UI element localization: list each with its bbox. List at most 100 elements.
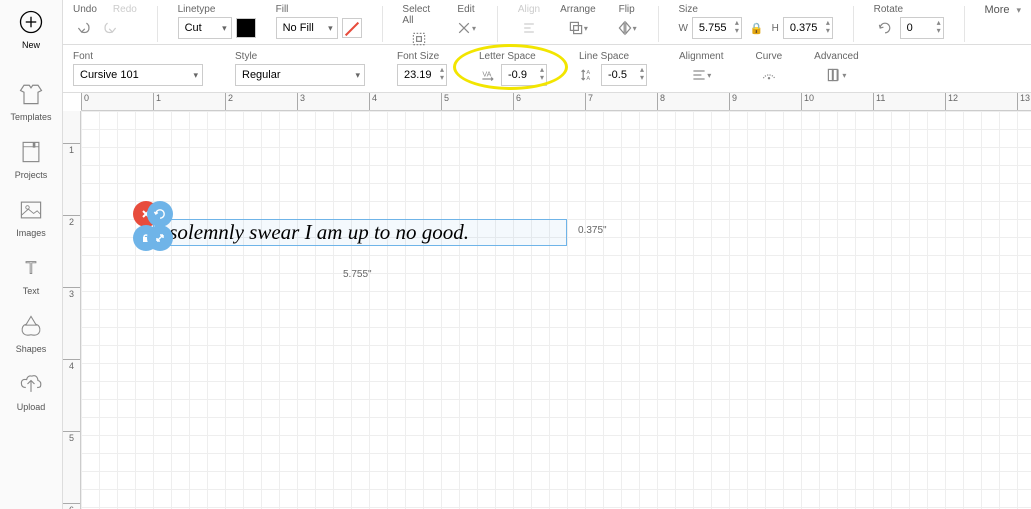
ruler-v-tick: 4 (63, 359, 80, 372)
text-icon: T (17, 254, 45, 282)
rotate-input[interactable]: 0▴▾ (900, 17, 944, 39)
font-select[interactable]: Cursive 101 (73, 64, 203, 86)
font-label: Font (73, 51, 203, 62)
sidebar-label-templates: Templates (10, 112, 51, 122)
sidebar-item-text[interactable]: T Text (0, 246, 63, 304)
fontsize-input[interactable]: 23.19▴▾ (397, 64, 447, 86)
ruler-h-tick: 12 (945, 93, 958, 110)
svg-text:VA: VA (482, 70, 491, 79)
top-toolbar: Undo Redo Linetype Cut Fill No Fill (63, 0, 1031, 45)
arrange-button[interactable]: ▾ (567, 17, 589, 39)
letterspace-input[interactable]: -0.9▴▾ (501, 64, 547, 86)
ruler-h-tick: 7 (585, 93, 593, 110)
size-label: Size (678, 4, 832, 15)
linespace-icon: AA (579, 66, 597, 84)
redo-button[interactable] (99, 17, 121, 39)
upload-icon (17, 370, 45, 398)
ruler-h-tick: 3 (297, 93, 305, 110)
width-input[interactable]: 5.755▴▾ (692, 17, 742, 39)
book-icon (17, 138, 45, 166)
ruler-h-tick: 11 (873, 93, 885, 110)
fontsize-label: Font Size (397, 51, 447, 62)
ruler-v-tick: 1 (63, 143, 80, 156)
ruler-h-tick: 1 (153, 93, 161, 110)
text-content[interactable]: I solemnly swear I am up to no good. (157, 220, 469, 245)
flip-label: Flip (619, 4, 635, 15)
ruler-h-tick: 9 (729, 93, 737, 110)
height-input[interactable]: 0.375▴▾ (783, 17, 833, 39)
svg-text:T: T (26, 257, 37, 277)
sidebar-item-shapes[interactable]: Shapes (0, 304, 63, 362)
alignment-button[interactable]: ▾ (690, 64, 712, 86)
ruler-h-tick: 2 (225, 93, 233, 110)
fill-label: Fill (276, 4, 362, 15)
edit-button[interactable]: ▾ (455, 17, 477, 39)
advanced-button[interactable]: ▾ (825, 64, 847, 86)
stepper-icon[interactable]: ▴▾ (440, 66, 444, 82)
style-label: Style (235, 51, 365, 62)
sidebar-item-templates[interactable]: Templates (0, 72, 63, 130)
stepper-icon[interactable]: ▴▾ (540, 66, 544, 82)
more-button[interactable]: More ▾ (984, 4, 1021, 16)
plus-circle-icon (17, 8, 45, 36)
align-label: Align (518, 4, 540, 15)
align-button (518, 17, 540, 39)
selectall-label: Select All (402, 4, 435, 26)
shapes-icon (17, 312, 45, 340)
ruler-h-tick: 4 (369, 93, 377, 110)
ruler-h-tick: 13 (1017, 93, 1030, 110)
rotate-label: Rotate (874, 4, 944, 15)
height-prefix: H (772, 23, 779, 34)
select-all-button[interactable] (408, 28, 430, 50)
chevron-down-icon: ▾ (1017, 5, 1022, 16)
ruler-vertical: 1 2 3 4 5 6 (63, 111, 81, 509)
ruler-h-tick: 10 (801, 93, 814, 110)
linespace-label: Line Space (579, 51, 647, 62)
edit-label: Edit (457, 4, 474, 15)
shirt-icon (17, 80, 45, 108)
linetype-color-swatch[interactable] (236, 18, 256, 38)
sidebar-item-new[interactable]: New (0, 0, 63, 58)
canvas-grid[interactable]: I solemnly swear I am up to no good. 0.3… (81, 111, 1031, 509)
lock-aspect-button[interactable]: 🔒 (746, 22, 768, 35)
canvas[interactable]: 0 1 2 3 4 5 6 7 8 9 10 11 12 13 1 2 3 4 … (63, 93, 1031, 509)
scale-handle[interactable] (147, 225, 173, 251)
svg-text:A: A (586, 76, 590, 82)
ruler-h-tick: 6 (513, 93, 521, 110)
ruler-v-tick: 3 (63, 287, 80, 300)
sidebar-label-upload: Upload (17, 402, 46, 412)
curve-label: Curve (755, 51, 782, 62)
ruler-h-tick: 8 (657, 93, 665, 110)
fill-color-swatch[interactable] (342, 18, 362, 38)
sidebar-item-projects[interactable]: Projects (0, 130, 63, 188)
linetype-select[interactable]: Cut (178, 17, 232, 39)
sidebar-item-images[interactable]: Images (0, 188, 63, 246)
rotate-handle[interactable] (147, 201, 173, 227)
ruler-v-tick: 6 (63, 503, 80, 509)
stepper-icon[interactable]: ▴▾ (735, 19, 739, 35)
sidebar-label-new: New (22, 40, 40, 50)
letterspace-label: Letter Space (479, 51, 547, 62)
linetype-label: Linetype (178, 4, 256, 15)
style-select[interactable]: Regular (235, 64, 365, 86)
sidebar-label-text: Text (23, 286, 40, 296)
ruler-v-tick: 5 (63, 431, 80, 444)
sidebar-item-upload[interactable]: Upload (0, 362, 63, 420)
rotate-icon (874, 17, 896, 39)
alignment-label: Alignment (679, 51, 723, 62)
text-toolbar: Font Cursive 101 Style Regular Font Size… (63, 45, 1031, 93)
letterspace-icon: VA (479, 66, 497, 84)
width-dimension: 5.755" (343, 269, 372, 280)
undo-button[interactable] (73, 17, 95, 39)
stepper-icon[interactable]: ▴▾ (640, 66, 644, 82)
sidebar-label-shapes: Shapes (16, 344, 47, 354)
curve-button[interactable] (758, 64, 780, 86)
flip-button[interactable]: ▾ (616, 17, 638, 39)
advanced-label: Advanced (814, 51, 858, 62)
linespace-input[interactable]: -0.5▴▾ (601, 64, 647, 86)
width-prefix: W (678, 23, 687, 34)
arrange-label: Arrange (560, 4, 596, 15)
stepper-icon[interactable]: ▴▾ (826, 19, 830, 35)
fill-select[interactable]: No Fill (276, 17, 338, 39)
stepper-icon[interactable]: ▴▾ (937, 19, 941, 35)
